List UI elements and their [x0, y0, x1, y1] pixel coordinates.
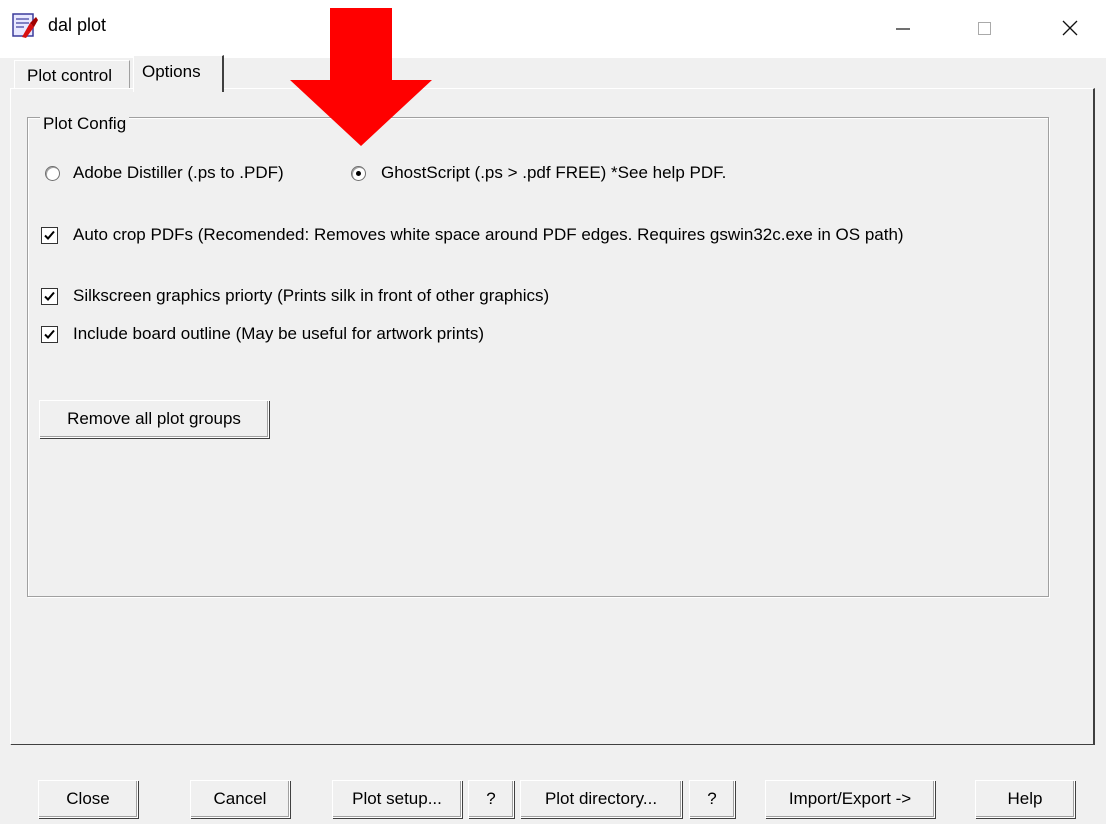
checkbox-auto-crop[interactable] [41, 227, 58, 244]
tab-options-label: Options [142, 62, 201, 81]
plot-setup-help-button[interactable]: ? [468, 780, 514, 818]
checkmark-icon [44, 291, 55, 301]
plot-directory-help-button[interactable]: ? [689, 780, 735, 818]
checkmark-icon [44, 230, 55, 240]
red-down-arrow-icon [290, 8, 432, 146]
maximize-button[interactable] [954, 0, 1014, 56]
radio-selected-dot [356, 171, 361, 176]
radio-ghostscript-label[interactable]: GhostScript (.ps > .pdf FREE) *See help … [381, 163, 726, 183]
cancel-button[interactable]: Cancel [190, 780, 290, 818]
minimize-button[interactable] [872, 0, 932, 56]
radio-adobe-distiller[interactable] [45, 166, 60, 181]
window-title: dal plot [48, 15, 107, 35]
app-icon [12, 13, 38, 39]
help-button[interactable]: Help [975, 780, 1075, 818]
title-bar: dal plot [0, 0, 1106, 58]
checkbox-auto-crop-label[interactable]: Auto crop PDFs (Recomended: Removes whit… [73, 225, 904, 245]
close-icon [1062, 20, 1078, 36]
plot-config-group [27, 117, 1049, 597]
checkbox-silkscreen-priority-label[interactable]: Silkscreen graphics priorty (Prints silk… [73, 286, 549, 306]
radio-ghostscript[interactable] [351, 166, 366, 181]
plot-config-label: Plot Config [40, 114, 130, 134]
minimize-icon [896, 28, 910, 30]
checkbox-board-outline-label[interactable]: Include board outline (May be useful for… [73, 324, 484, 344]
tab-plot-control-label: Plot control [27, 66, 113, 85]
radio-adobe-distiller-label[interactable]: Adobe Distiller (.ps to .PDF) [73, 163, 284, 183]
checkbox-board-outline[interactable] [41, 326, 58, 343]
maximize-icon [978, 22, 991, 35]
remove-all-plot-groups-button[interactable]: Remove all plot groups [39, 400, 269, 438]
plot-setup-button[interactable]: Plot setup... [332, 780, 462, 818]
plot-directory-button[interactable]: Plot directory... [520, 780, 682, 818]
tab-plot-control[interactable]: Plot control [14, 60, 130, 88]
checkbox-silkscreen-priority[interactable] [41, 288, 58, 305]
close-window-button[interactable] [1040, 0, 1100, 56]
close-button[interactable]: Close [38, 780, 138, 818]
tab-options[interactable]: Options [133, 55, 224, 92]
import-export-button[interactable]: Import/Export -> [765, 780, 935, 818]
checkmark-icon [44, 329, 55, 339]
